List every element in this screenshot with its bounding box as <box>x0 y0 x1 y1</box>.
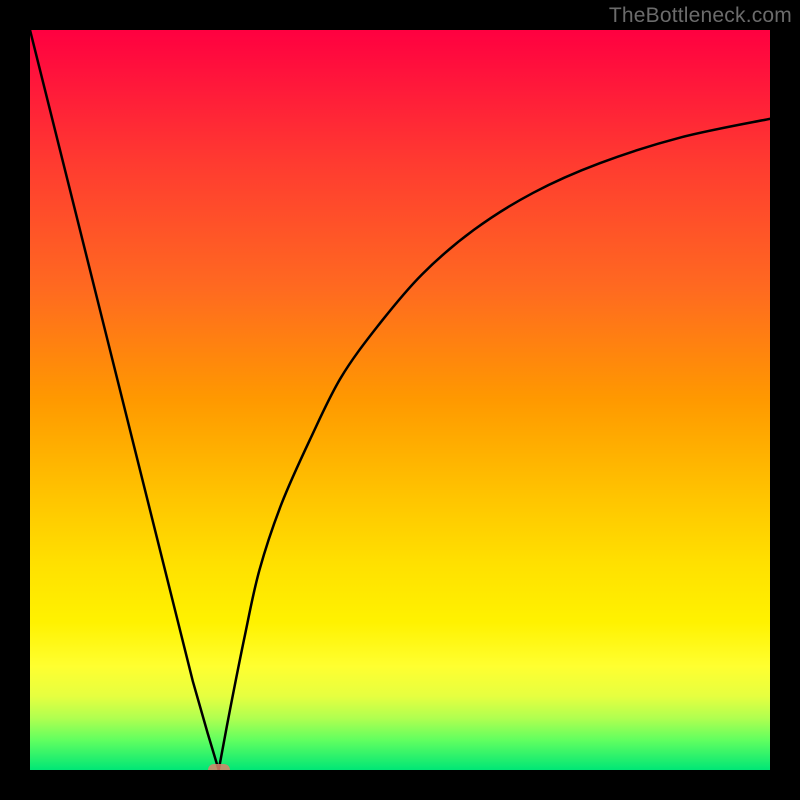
curve-path <box>30 30 770 770</box>
plot-area <box>30 30 770 770</box>
bottleneck-curve <box>30 30 770 770</box>
watermark-text: TheBottleneck.com <box>609 4 792 28</box>
chart-frame: TheBottleneck.com <box>0 0 800 800</box>
bottleneck-marker <box>208 764 230 770</box>
